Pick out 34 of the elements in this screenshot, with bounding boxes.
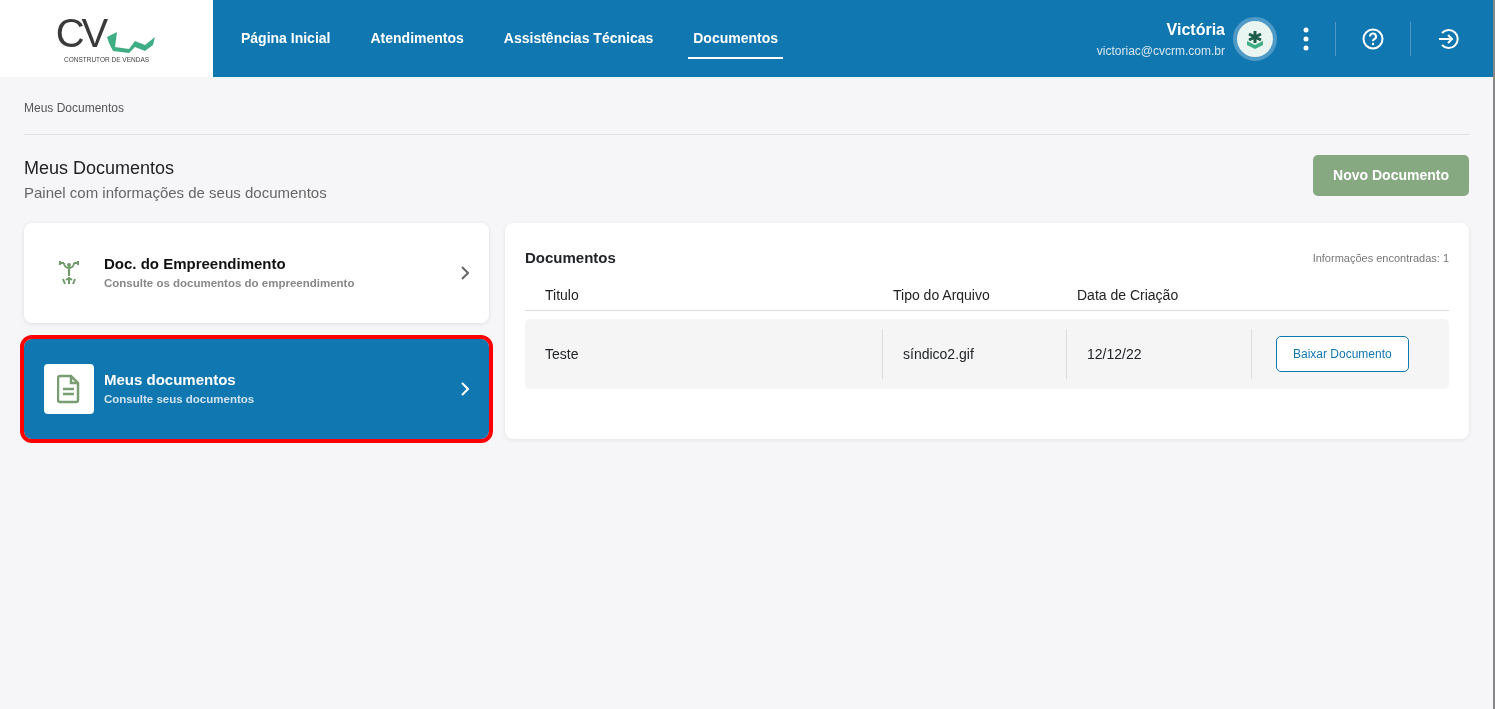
new-document-button[interactable]: Novo Documento [1313, 155, 1469, 196]
page-subtitle: Painel com informações de seus documentos [24, 183, 327, 203]
kebab-icon [1303, 26, 1309, 51]
table-cell-text: 12/12/22 [1087, 344, 1142, 364]
document-icon [57, 373, 81, 404]
asterisk-icon [1245, 28, 1265, 49]
logo-mark: CV [55, 12, 106, 53]
user-email: victoriac@cvcrm.com.br [1096, 42, 1225, 60]
card-title: Doc. do Empreendimento [104, 253, 287, 274]
chevron-icon [461, 266, 469, 281]
breadcrumb: Meus Documentos [24, 101, 125, 115]
download-button[interactable]: Baixar Documento [1276, 336, 1409, 372]
chevron-icon [461, 382, 469, 397]
nav-tab[interactable]: Assistências Técnicas [483, 0, 674, 77]
column-header: Tipo do Arquivo [893, 286, 991, 305]
user-name: Victória [1165, 19, 1225, 40]
card-subtitle: Consulte seus documentos [104, 392, 256, 408]
table-cell-text: Teste [545, 344, 579, 364]
panel-title: Documentos [525, 247, 616, 268]
menu-card[interactable]: Doc. do Empreendimento Consulte os documentos do empreendimento [24, 222, 489, 323]
column-header: Data de Criação [1077, 286, 1180, 305]
card-subtitle: Consulte os documentos do empreendimento [104, 276, 356, 292]
card-title: Meus documentos [104, 369, 237, 390]
nav-tab[interactable]: Documentos [673, 0, 799, 77]
column-header: Titulo [545, 286, 580, 305]
help-icon [1362, 27, 1384, 50]
results-count: Informações encontradas: 1 [1312, 250, 1449, 266]
avatar[interactable] [1233, 16, 1277, 61]
nav-tab[interactable]: Atendimentos [350, 0, 484, 77]
nav-tab[interactable]: Página Inicial [221, 0, 351, 77]
table-cell-text: síndico2.gif [903, 344, 974, 364]
logout-icon [1437, 27, 1459, 50]
wave-icon [105, 30, 158, 53]
page-title: Meus Documentos [24, 157, 176, 180]
